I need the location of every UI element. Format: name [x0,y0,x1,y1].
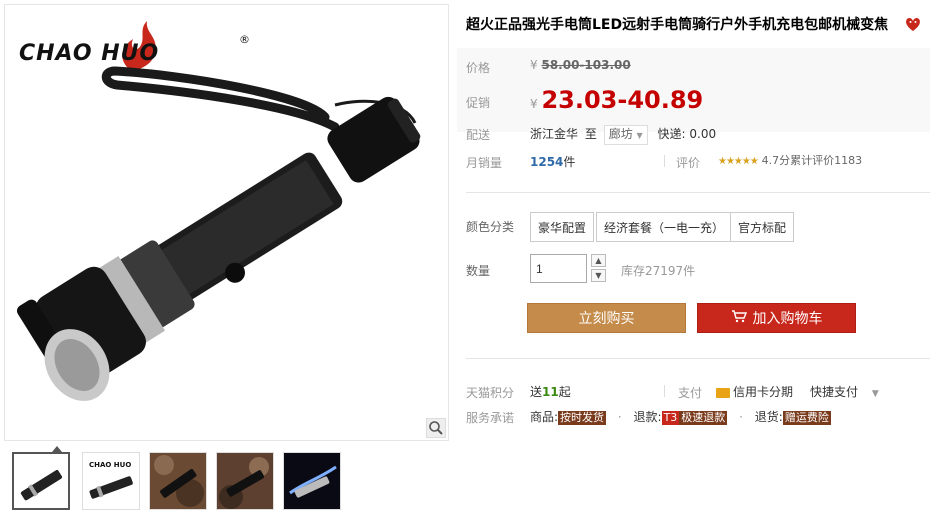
promo-currency: ¥ [530,97,538,111]
product-title-text: 超火正品强光手电筒LED远射手电筒骑行户外手机充电包邮机械变焦 [466,17,889,33]
chevron-up-icon: ▲ [595,256,602,265]
add-to-cart-label: 加入购物车 [752,311,823,327]
goods-label: 商品: [530,410,559,424]
sku-option-economy[interactable]: 经济套餐（一电一充） [596,212,733,242]
fast-refund-badge[interactable]: 极速退款 [679,411,728,425]
zoom-button[interactable] [426,418,446,438]
shipping-to: 至 [584,127,597,141]
rating-label: 评价 [676,156,701,170]
original-price: ¥ 58.00-103.00 [530,58,631,72]
tmall-cat-icon [906,17,920,31]
promo-price: ¥ 23.03-40.89 [530,86,703,114]
return-label: 退货: [754,410,783,424]
thumbnail-2[interactable]: CHAO HUO [82,452,140,510]
flashlight-illustration [16,66,421,401]
separator [664,155,665,167]
main-product-image[interactable]: CHAO HUO ® [4,4,449,441]
thumbnail-3[interactable] [149,452,207,510]
stock-count: 库存27197件 [621,264,696,278]
svg-text:CHAO HUO: CHAO HUO [89,461,131,469]
points-value: 11 [542,385,559,399]
dot-separator: · [617,410,622,424]
promo-label: 促销 [466,96,491,110]
separator [664,385,665,397]
sku-option-luxury[interactable]: 豪华配置 [530,212,595,242]
magnifier-icon [429,421,443,435]
points-info: 送11起 [530,383,571,400]
review-count: 累计评价1183 [790,154,863,167]
t3-badge[interactable]: T3 [661,411,680,425]
price-label: 价格 [466,61,491,75]
monthly-sales: 1254件 [530,153,575,170]
shipping-origin: 浙江金华 [530,127,579,141]
shipping-info: 浙江金华 至 廊坊 ▼ 快递: 0.00 [530,125,716,145]
quantity-decrease-button[interactable]: ▼ [591,269,606,282]
quick-pay-dropdown[interactable]: 快捷支付 ▼ [810,383,879,400]
currency-symbol: ¥ [530,58,538,72]
rating-score: 4.7分 [761,154,791,167]
original-price-value: 58.00-103.00 [541,58,631,72]
buy-now-button[interactable]: 立刻购买 [527,303,686,333]
thumbnail-5[interactable] [283,452,341,510]
quantity-input[interactable] [530,254,587,283]
credit-installment[interactable]: 信用卡分期 [716,383,793,400]
shipping-label: 配送 [466,128,491,142]
credit-installment-label: 信用卡分期 [733,385,794,399]
return-shipping-insurance-badge[interactable]: 赠运费险 [782,411,831,425]
dot-separator: · [739,410,743,424]
thumbnail-strip: CHAO HUO [12,446,352,514]
payment-label: 支付 [678,386,703,400]
monthly-sales-label: 月销量 [466,156,503,170]
service-label: 服务承诺 [466,411,515,425]
monthly-sales-count: 1254 [530,155,564,169]
promo-price-value: 23.03-40.89 [541,86,704,114]
quantity-increase-button[interactable]: ▲ [591,254,606,267]
points-suffix: 起 [558,385,571,399]
cart-icon [731,304,747,334]
ship-on-time-badge[interactable]: 按时发货 [558,411,607,425]
refund-label: 退款: [633,410,662,424]
thumbnail-1[interactable] [12,452,70,510]
thumbnail-4[interactable] [216,452,274,510]
quick-pay-label: 快捷支付 [810,385,859,399]
product-title: 超火正品强光手电筒LED远射手电筒骑行户外手机充电包邮机械变焦 [466,14,888,34]
destination-select[interactable]: 廊坊 ▼ [603,125,648,145]
chevron-down-icon: ▼ [871,389,879,399]
monthly-sales-unit: 件 [563,155,576,169]
points-label: 天猫积分 [466,386,515,400]
sku-option-standard[interactable]: 官方标配 [730,212,795,242]
points-prefix: 送 [530,385,543,399]
add-to-cart-button[interactable]: 加入购物车 [697,303,856,333]
service-promises: 商品: 按时发货 · 退款: T3 极速退款 · 退货: 赠运费险 [530,408,831,425]
sku-label: 颜色分类 [466,220,515,234]
shipping-fee: 快递: 0.00 [657,127,717,141]
chevron-down-icon: ▼ [595,271,602,280]
credit-card-icon [716,387,730,398]
rating-summary[interactable]: ★★★★★ 4.7分累计评价1183 [718,152,862,168]
destination-value: 廊坊 [608,127,633,141]
buy-now-label: 立刻购买 [578,311,635,327]
divider [466,358,930,359]
rating-stars-icon: ★★★★★ [718,156,759,167]
quantity-label: 数量 [466,264,491,278]
divider [466,192,930,193]
chevron-down-icon: ▼ [636,131,643,140]
